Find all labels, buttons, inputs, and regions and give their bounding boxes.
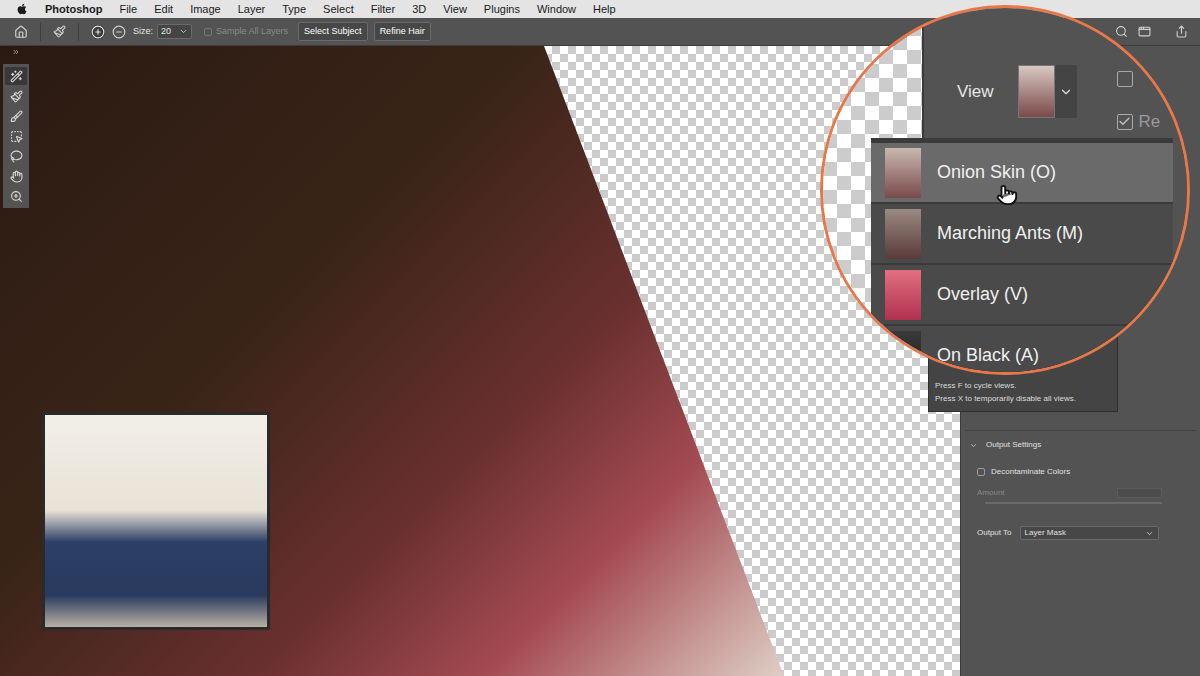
refine-edge-brush-icon [10,90,23,103]
app-menu[interactable]: Photoshop [45,1,102,18]
view-option-thumbnail [885,331,921,376]
sample-all-layers-checkbox [204,28,212,36]
size-field[interactable]: 20 [157,24,192,40]
amount-field [1117,488,1162,498]
chevron-down-icon [969,441,978,450]
view-option-thumbnail [885,148,921,198]
view-options-menu: Onion Skin (O)Marching Ants (M)Overlay (… [871,138,1173,375]
webcam-video [42,412,270,630]
tool-button[interactable] [5,167,27,185]
add-icon[interactable] [91,25,105,39]
chevron-down-icon [179,27,188,36]
amount-row: Amount [961,487,1200,504]
remember-checkbox[interactable] [1117,114,1133,130]
menu-item[interactable]: Window [537,1,576,18]
view-label: View [957,65,994,118]
size-label: Size: [133,25,153,39]
collapse-icon[interactable] [12,48,20,56]
view-option[interactable]: Marching Ants (M) [871,204,1173,263]
apple-icon[interactable] [16,3,28,15]
object-selection-icon [10,130,23,143]
menu-item[interactable]: Plugins [484,1,520,18]
hand-cursor-icon [996,184,1018,206]
decontaminate-checkbox[interactable] [977,468,985,476]
menu-item[interactable]: Filter [371,1,395,18]
output-to-label: Output To [977,527,1012,539]
separator [965,430,1196,431]
menu-item[interactable]: View [443,1,467,18]
output-settings-header[interactable]: Output Settings [961,439,1200,451]
menu-item[interactable]: Type [282,1,306,18]
tool-button[interactable] [5,127,27,145]
lasso-icon [10,150,23,163]
amount-label: Amount [977,487,1005,499]
view-menu-help: Press X to temporarily disable all views… [935,392,1111,405]
option-button[interactable]: Select Subject [298,22,368,42]
menu-item[interactable]: File [119,1,137,18]
photoshop-window: Photoshop File Edit Image Layer Type Select Fil… [0,0,1200,676]
brush-icon [10,110,23,123]
menu-item[interactable]: 3D [412,1,426,18]
view-option[interactable]: Overlay (V) [871,265,1173,324]
tool-button[interactable] [5,187,27,205]
view-option-thumbnail [885,270,921,320]
quick-selection-icon [10,70,23,83]
output-to-select[interactable]: Layer Mask [1020,526,1159,540]
view-option[interactable]: Onion Skin (O) [871,143,1173,202]
brush-preset-icon[interactable] [53,25,66,38]
view-option-thumbnail [885,209,921,259]
view-menu-help: Press F to cycle views. [935,379,1111,392]
option-button[interactable]: Refine Hair [374,22,431,42]
subtract-icon[interactable] [112,25,126,39]
tools-panel [3,48,29,208]
view-thumbnail[interactable] [1018,65,1055,118]
view-option[interactable]: On Black (A) [871,326,1173,375]
sample-all-layers-label: Sample All Layers [216,25,288,39]
magnifier: View Re Onion Skin (O)Marching Ants (M)Ove… [820,5,1190,375]
check-icon [1118,115,1131,128]
tool-button[interactable] [5,67,27,85]
separator [40,23,41,41]
menu-item[interactable]: Help [593,1,616,18]
canvas[interactable] [0,46,960,676]
tool-button[interactable] [5,147,27,165]
menu-item[interactable]: Edit [154,1,173,18]
zoom-icon [10,190,23,203]
menu-item[interactable]: Image [190,1,221,18]
decontaminate-label: Decontaminate Colors [991,466,1070,478]
tool-button[interactable] [5,107,27,125]
remember-label: Re [1139,109,1161,135]
chevron-down-icon [1145,529,1154,538]
chevron-down-icon [1059,85,1073,99]
menu-item[interactable]: Select [323,1,354,18]
hand-icon [10,170,23,183]
amount-slider [985,502,1162,504]
home-icon[interactable] [14,25,28,39]
separator [78,23,79,41]
menu-item[interactable]: Layer [238,1,266,18]
show-edge-checkbox[interactable] [1117,71,1133,87]
tool-button[interactable] [5,87,27,105]
view-dropdown-button[interactable] [1055,65,1077,118]
